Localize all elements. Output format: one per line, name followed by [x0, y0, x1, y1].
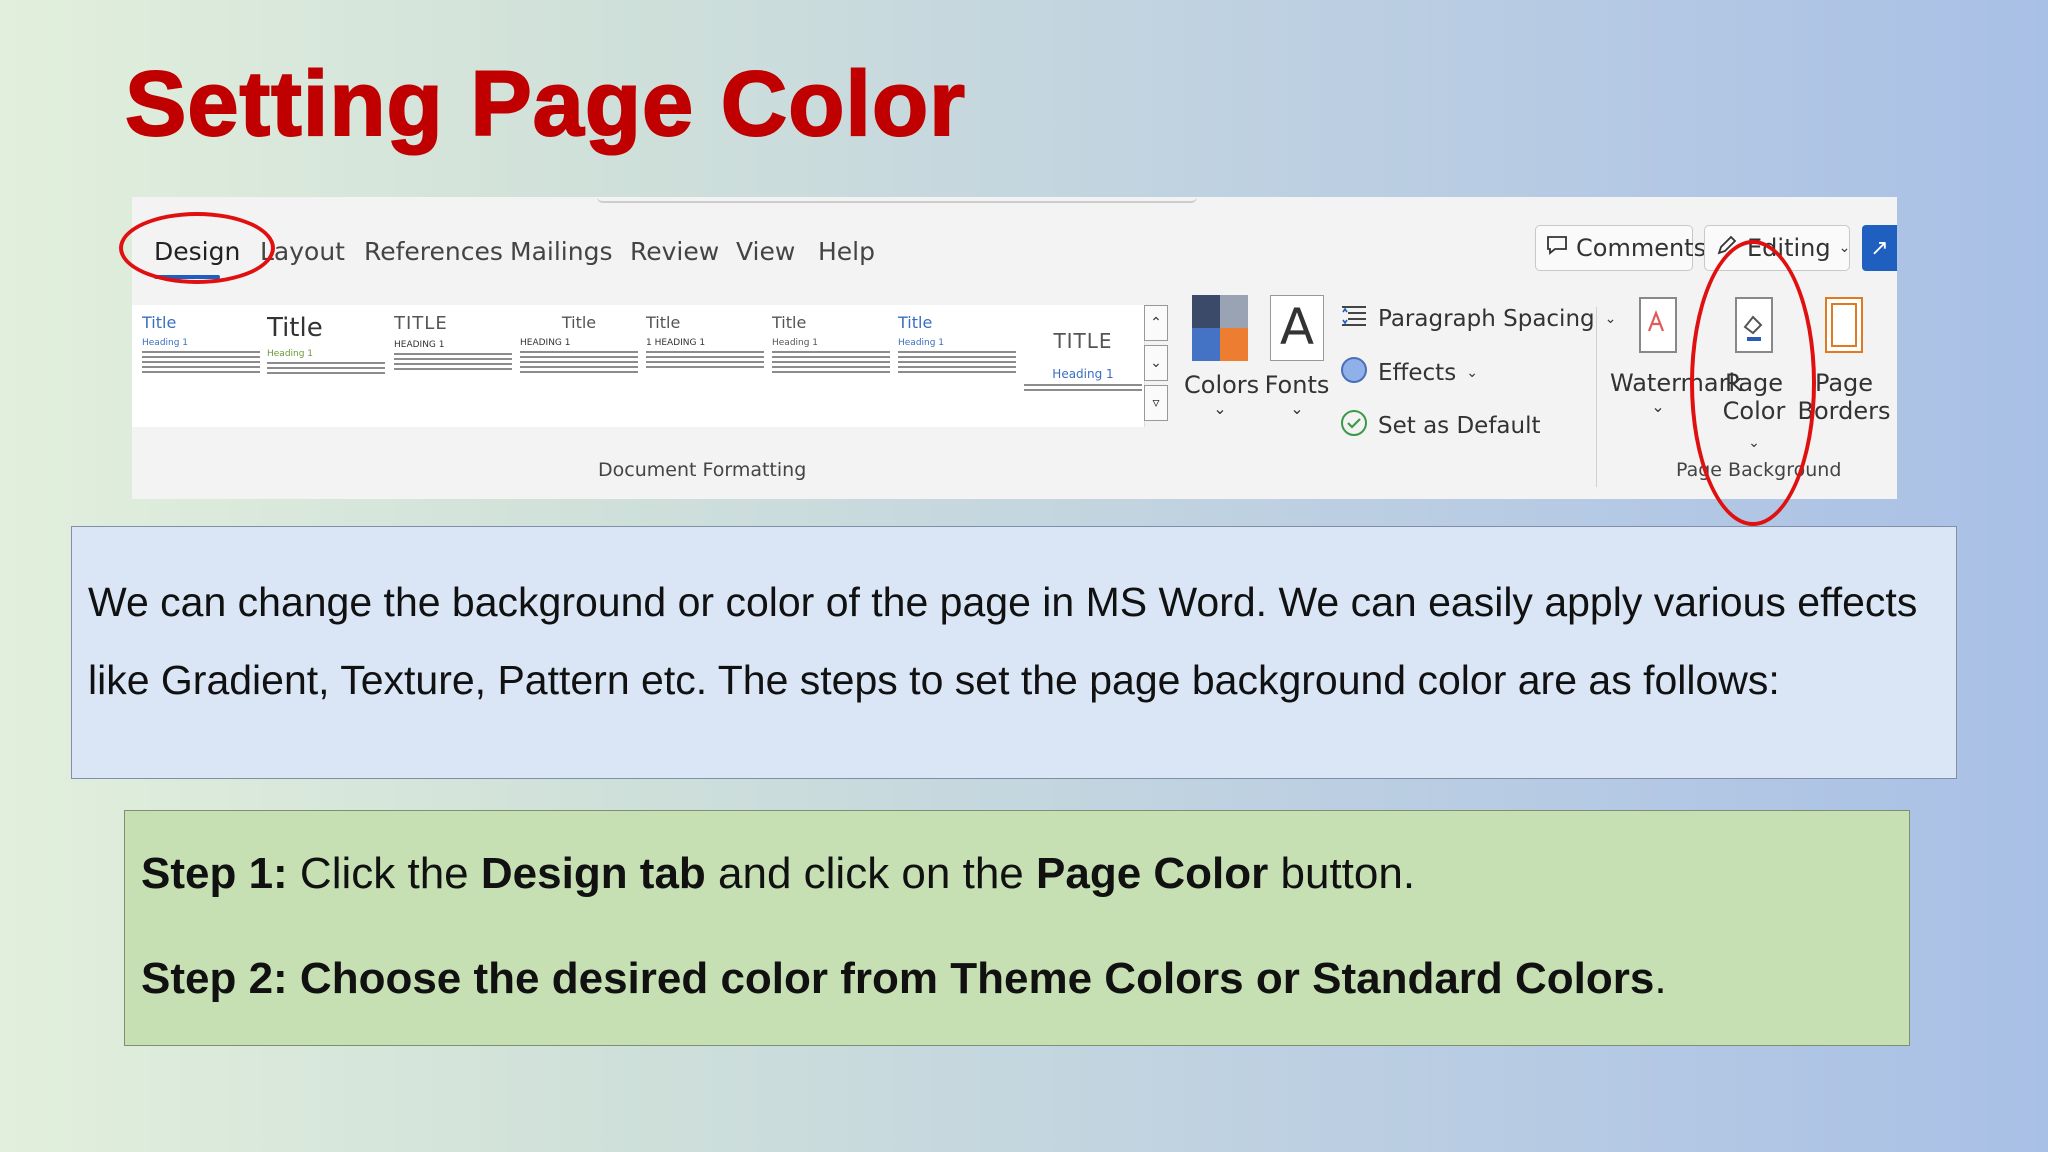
style-heading: Heading 1 [142, 338, 189, 348]
style-heading: Heading 1 [898, 338, 945, 348]
step-2-end: . [1654, 954, 1667, 1003]
comment-icon [1546, 234, 1568, 262]
share-icon: ↗ [1870, 235, 1889, 261]
style-heading: HEADING 1 [394, 340, 445, 350]
gallery-scroll-up-icon[interactable]: ⌃ [1144, 305, 1168, 341]
style-title: Title [898, 313, 933, 332]
step-1-text: button. [1268, 849, 1416, 898]
style-title: Title [646, 313, 681, 332]
fonts-button[interactable]: A Fonts ⌄ [1260, 295, 1334, 418]
share-button[interactable]: ↗ [1862, 225, 1897, 271]
style-body-lines [772, 351, 890, 373]
description-text: We can change the background or color of… [88, 579, 1918, 703]
effects-label: Effects [1378, 360, 1457, 386]
style-thumbnail[interactable]: TITLE HEADING 1 [394, 313, 512, 423]
page-borders-icon [1825, 297, 1863, 353]
colors-icon [1192, 295, 1248, 361]
style-title: Title [142, 313, 177, 332]
set-as-default-button[interactable]: Set as Default [1340, 409, 1541, 443]
colors-button[interactable]: Colors ⌄ [1184, 295, 1260, 418]
style-thumbnail[interactable]: Title 1 HEADING 1 [646, 313, 764, 423]
chevron-down-icon: ⌄ [1466, 365, 1478, 381]
step-1-text: Click the [287, 849, 481, 898]
style-title: Title [267, 313, 323, 343]
style-thumbnail[interactable]: Title Heading 1 [142, 313, 260, 423]
style-body-lines [1024, 384, 1142, 391]
gallery-scroll-controls: ⌃ ⌄ ▿ [1144, 305, 1170, 427]
watermark-icon [1639, 297, 1677, 353]
description-box: We can change the background or color of… [71, 526, 1957, 779]
gallery-more-icon[interactable]: ▿ [1144, 385, 1168, 421]
group-separator [1596, 307, 1597, 487]
style-thumbnail[interactable]: TITLE Heading 1 [1024, 313, 1142, 423]
step-1: Step 1: Click the Design tab and click o… [141, 849, 1415, 899]
tab-view[interactable]: View [736, 237, 795, 266]
comments-label: Comments [1576, 234, 1707, 262]
style-heading: Heading 1 [1052, 367, 1114, 381]
style-body-lines [142, 351, 260, 373]
paragraph-spacing-icon [1340, 303, 1368, 335]
style-title: TITLE [1053, 329, 1113, 353]
gallery-scroll-down-icon[interactable]: ⌄ [1144, 345, 1168, 381]
steps-box: Step 1: Click the Design tab and click o… [124, 810, 1910, 1046]
style-heading: Heading 1 [267, 349, 314, 359]
step-1-text: and click on the [705, 849, 1036, 898]
design-tab-highlight [119, 212, 275, 284]
step-1-design-tab: Design tab [480, 849, 706, 898]
style-thumbnail[interactable]: Title Heading 1 [267, 313, 385, 423]
fonts-icon: A [1270, 295, 1324, 361]
paragraph-spacing-label: Paragraph Spacing [1378, 306, 1595, 332]
style-body-lines [394, 353, 512, 370]
style-heading: 1 HEADING 1 [646, 338, 706, 348]
style-body-lines [267, 362, 385, 374]
style-body-lines [520, 351, 638, 373]
chevron-down-icon: ⌄ [1290, 399, 1304, 418]
style-body-lines [646, 351, 764, 368]
check-circle-icon [1340, 409, 1368, 443]
style-heading: Heading 1 [772, 338, 819, 348]
tab-review[interactable]: Review [630, 237, 719, 266]
effects-button[interactable]: Effects ⌄ [1340, 356, 1478, 390]
ribbon-top-edge [597, 197, 1197, 203]
step-2-text: Step 2: Choose the desired color from Th… [141, 954, 1655, 1003]
effects-icon [1340, 356, 1368, 390]
style-heading: HEADING 1 [520, 338, 571, 348]
style-thumbnail[interactable]: Title Heading 1 [772, 313, 890, 423]
step-1-label: Step 1: [141, 849, 288, 898]
fonts-label: Fonts [1264, 371, 1330, 399]
tab-mailings[interactable]: Mailings [510, 237, 612, 266]
step-2: Step 2: Choose the desired color from Th… [141, 954, 1667, 1004]
style-gallery: Title Heading 1 Title Heading 1 TITLE HE… [132, 305, 1145, 427]
page-color-highlight [1690, 240, 1816, 526]
tab-help[interactable]: Help [818, 237, 875, 266]
style-thumbnail[interactable]: Title Heading 1 [898, 313, 1016, 423]
step-1-page-color: Page Color [1036, 849, 1269, 898]
chevron-down-icon: ⌄ [1838, 240, 1851, 256]
style-title: Title [772, 313, 807, 332]
style-thumbnail[interactable]: Title HEADING 1 [520, 313, 638, 423]
colors-label: Colors [1184, 371, 1260, 399]
document-formatting-label: Document Formatting [598, 459, 807, 481]
word-ribbon-screenshot: Design Layout References Mailings Review… [132, 197, 1897, 499]
comments-button[interactable]: Comments [1535, 225, 1706, 271]
paragraph-spacing-button[interactable]: Paragraph Spacing ⌄ [1340, 303, 1616, 335]
style-title: TITLE [394, 313, 448, 334]
slide-title: Setting Page Color [124, 53, 966, 155]
style-title: Title [561, 313, 597, 332]
style-body-lines [898, 351, 1016, 373]
set-as-default-label: Set as Default [1378, 413, 1541, 439]
chevron-down-icon: ⌄ [1213, 399, 1227, 418]
tab-references[interactable]: References [364, 237, 503, 266]
